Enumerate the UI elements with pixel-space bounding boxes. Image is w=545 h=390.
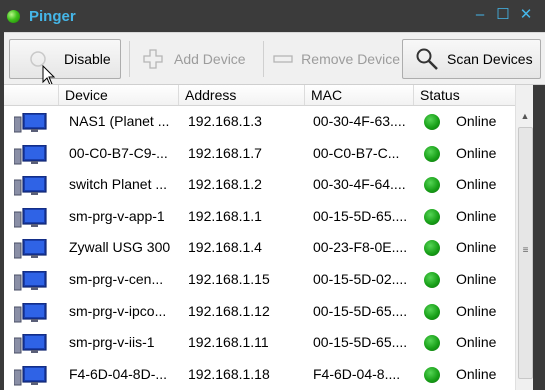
address-cell: 192.168.1.7 — [188, 144, 262, 161]
mac-cell: 00-15-5D-65.... — [313, 207, 408, 224]
device-name-cell: Zywall USG 300 — [69, 239, 171, 256]
grid-header: Device Address MAC Status — [4, 85, 515, 106]
title-bar[interactable]: Pinger – ☐ ✕ — [0, 0, 545, 32]
mac-cell: 00-23-F8-0E.... — [313, 239, 408, 256]
monitor-icon — [14, 302, 47, 323]
add-device-button[interactable]: Add Device — [134, 39, 262, 79]
device-name-cell: 00-C0-B7-C9-... — [69, 144, 168, 161]
table-row[interactable]: switch Planet ... 192.168.1.2 00-30-4F-6… — [4, 169, 515, 201]
device-name-cell: NAS1 (Planet ... — [69, 113, 170, 129]
magnifier-icon — [416, 48, 438, 70]
table-row[interactable]: sm-prg-v-app-1 192.168.1.1 00-15-5D-65..… — [4, 201, 515, 233]
scan-devices-button[interactable]: Scan Devices — [402, 39, 541, 79]
status-cell: Online — [456, 365, 497, 382]
device-name-cell: sm-prg-v-app-1 — [69, 207, 165, 224]
device-grid: Device Address MAC Status NAS1 (Planet .… — [4, 84, 545, 390]
scrollbar-thumb[interactable]: ≡ — [518, 127, 533, 379]
status-online-icon — [424, 303, 440, 320]
status-cell: Online — [456, 144, 497, 161]
status-cell: Online — [456, 302, 497, 319]
table-row[interactable]: F4-6D-04-8D-... 192.168.1.18 F4-6D-04-8.… — [4, 359, 515, 390]
address-cell: 192.168.1.12 — [188, 302, 270, 319]
header-device[interactable]: Device — [59, 85, 179, 105]
status-cell: Online — [456, 113, 497, 129]
monitor-icon — [14, 334, 47, 354]
mac-cell: 00-30-4F-63.... — [313, 113, 406, 129]
status-online-icon — [424, 271, 440, 288]
status-online-icon — [424, 240, 440, 257]
scrollbar-grip-icon: ≡ — [522, 245, 529, 256]
status-cell: Online — [456, 207, 497, 224]
monitor-icon — [14, 239, 47, 259]
disable-button[interactable]: Disable — [9, 39, 121, 79]
pinger-window: Pinger – ☐ ✕ Disable Add Device Remove D… — [0, 0, 545, 390]
remove-device-button[interactable]: Remove Device — [266, 39, 400, 79]
add-device-label: Add Device — [174, 51, 246, 67]
status-cell: Online — [456, 176, 497, 193]
disable-label: Disable — [64, 51, 111, 67]
status-online-icon — [424, 177, 440, 194]
status-online-icon — [424, 366, 440, 383]
toolbar-separator — [129, 41, 130, 77]
grid-rows: NAS1 (Planet ... 192.168.1.3 00-30-4F-63… — [4, 106, 515, 390]
device-name-cell: F4-6D-04-8D-... — [69, 365, 168, 382]
header-icon-column[interactable] — [4, 85, 59, 105]
mac-cell: 00-15-5D-02.... — [313, 270, 408, 287]
mac-cell: 00-C0-B7-C... — [313, 144, 400, 161]
table-row[interactable]: sm-prg-v-iis-1 192.168.1.11 00-15-5D-65.… — [4, 327, 515, 359]
address-cell: 192.168.1.18 — [188, 365, 270, 382]
device-name-cell: sm-prg-v-ipco... — [69, 302, 167, 319]
toolbar: Disable Add Device Remove Device Scan De… — [4, 32, 545, 86]
header-mac[interactable]: MAC — [305, 85, 414, 105]
mac-cell: 00-15-5D-65.... — [313, 302, 408, 319]
app-icon — [7, 10, 20, 23]
scan-devices-label: Scan Devices — [447, 51, 533, 67]
status-cell: Online — [456, 239, 497, 256]
address-cell: 192.168.1.15 — [188, 270, 270, 287]
monitor-icon — [14, 270, 47, 291]
scroll-up-arrow-icon[interactable]: ▲ — [516, 109, 534, 123]
status-online-icon — [424, 145, 440, 162]
monitor-icon — [14, 176, 47, 196]
monitor-icon — [14, 207, 47, 228]
window-title: Pinger — [29, 8, 76, 25]
table-row[interactable]: sm-prg-v-ipco... 192.168.1.12 00-15-5D-6… — [4, 296, 515, 328]
address-cell: 192.168.1.11 — [188, 334, 269, 351]
status-online-icon — [424, 114, 440, 130]
toolbar-separator — [263, 41, 264, 77]
mac-cell: 00-30-4F-64.... — [313, 176, 406, 193]
device-name-cell: sm-prg-v-iis-1 — [69, 334, 155, 351]
table-row[interactable]: Zywall USG 300 192.168.1.4 00-23-F8-0E..… — [4, 232, 515, 264]
plus-icon — [143, 49, 163, 69]
status-online-icon — [424, 208, 440, 225]
status-online-icon — [424, 335, 440, 352]
mac-cell: 00-15-5D-65.... — [313, 334, 408, 351]
address-cell: 192.168.1.3 — [188, 113, 262, 129]
vertical-scrollbar[interactable]: ▲ ≡ — [515, 85, 534, 390]
address-cell: 192.168.1.2 — [188, 176, 262, 193]
device-name-cell: switch Planet ... — [69, 176, 168, 193]
status-cell: Online — [456, 334, 497, 351]
window-frame-edge — [533, 85, 545, 390]
header-address[interactable]: Address — [179, 85, 305, 105]
table-row[interactable]: sm-prg-v-cen... 192.168.1.15 00-15-5D-02… — [4, 264, 515, 296]
monitor-icon — [14, 365, 47, 386]
table-row[interactable]: NAS1 (Planet ... 192.168.1.3 00-30-4F-63… — [4, 106, 515, 138]
maximize-button[interactable]: ☐ — [494, 6, 512, 24]
device-name-cell: sm-prg-v-cen... — [69, 270, 164, 287]
header-status[interactable]: Status — [414, 85, 515, 105]
monitor-icon — [14, 144, 47, 165]
close-button[interactable]: ✕ — [517, 6, 535, 24]
address-cell: 192.168.1.4 — [188, 239, 262, 256]
mac-cell: F4-6D-04-8.... — [313, 365, 401, 382]
table-row[interactable]: 00-C0-B7-C9-... 192.168.1.7 00-C0-B7-C..… — [4, 138, 515, 170]
minus-icon — [273, 55, 293, 63]
status-cell: Online — [456, 270, 497, 287]
minimize-button[interactable]: – — [471, 6, 489, 24]
remove-device-label: Remove Device — [301, 51, 400, 67]
monitor-icon — [14, 113, 47, 133]
address-cell: 192.168.1.1 — [188, 207, 262, 224]
